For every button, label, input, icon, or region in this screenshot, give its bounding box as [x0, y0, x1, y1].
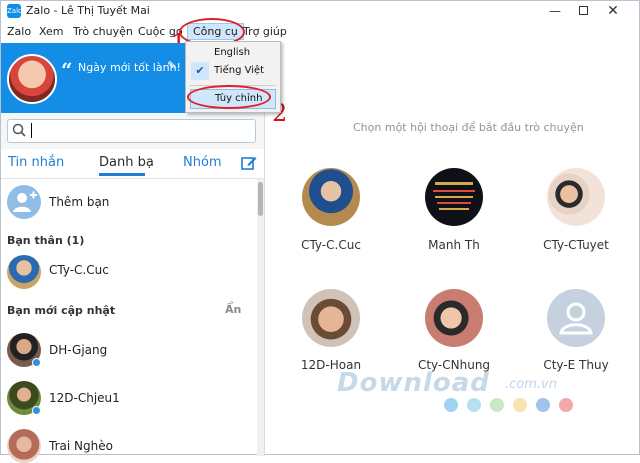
checkmark-icon: ✔ — [191, 62, 209, 80]
watermark-dot — [467, 398, 481, 412]
list-item[interactable]: 12D-Chjeu1 — [1, 379, 257, 417]
recent-contact-avatar[interactable] — [425, 168, 483, 226]
list-item[interactable]: CTy-C.Cuc — [1, 253, 257, 291]
recent-contact-avatar[interactable] — [547, 289, 605, 347]
search-icon — [12, 123, 26, 137]
tab-nhom[interactable]: Nhóm — [183, 155, 222, 170]
dropdown-item-english-label: English — [214, 47, 251, 58]
status-message[interactable]: Ngày mới tốt lành! — [78, 61, 181, 74]
contact-name: CTy-C.Cuc — [49, 263, 109, 277]
recent-contact-name[interactable]: Cty-E Thuy — [516, 358, 636, 372]
hide-section-button[interactable]: Ẩn — [225, 303, 241, 316]
section-title-close-friends: Bạn thân (1) — [7, 234, 85, 247]
watermark-text: Download — [337, 368, 490, 398]
add-friend-row[interactable]: Thêm bạn — [1, 183, 257, 221]
list-item[interactable]: Trai Nghèo — [1, 427, 257, 463]
contact-list-scrollbar[interactable] — [257, 179, 264, 456]
user-avatar[interactable] — [7, 54, 57, 104]
recent-contact-avatar[interactable] — [302, 289, 360, 347]
watermark-suffix: .com.vn — [505, 377, 557, 392]
empty-conversation-hint: Chọn một hội thoại để bắt đầu trò chuyện — [353, 121, 584, 134]
maximize-button[interactable] — [569, 1, 597, 21]
menu-xem[interactable]: Xem — [39, 25, 64, 38]
watermark-dot — [513, 398, 527, 412]
annotation-ellipse-tuy-chinh — [187, 85, 271, 109]
list-item[interactable]: DH-Gjang — [1, 331, 257, 369]
online-indicator — [32, 406, 41, 415]
recent-contact-name[interactable]: Manh Th — [394, 238, 514, 252]
maximize-icon — [578, 6, 588, 15]
menu-tro-chuyen[interactable]: Trò chuyện — [73, 25, 133, 38]
watermark-dot — [490, 398, 504, 412]
avatar — [7, 429, 41, 463]
default-user-icon — [559, 302, 593, 335]
menu-bar: Zalo Xem Trò chuyện Cuộc gọ Công cụ Trợ … — [1, 21, 639, 43]
recent-contact-name[interactable]: CTy-CTuyet — [516, 238, 636, 252]
menu-zalo[interactable]: Zalo — [7, 25, 31, 38]
zalo-logo-icon: Zalo — [7, 4, 22, 18]
window-title: Zalo - Lê Thị Tuyết Mai — [26, 4, 150, 17]
recent-contact-avatar[interactable] — [547, 168, 605, 226]
dropdown-item-tieng-viet-label: Tiếng Việt — [214, 65, 265, 76]
dropdown-item-tieng-viet[interactable]: ✔ Tiếng Việt — [186, 62, 280, 80]
dropdown-item-english[interactable]: English — [186, 44, 280, 62]
quote-icon: “ — [61, 58, 73, 82]
scrollbar-thumb[interactable] — [258, 182, 263, 216]
recent-contact-avatar[interactable] — [425, 289, 483, 347]
watermark-dot — [444, 398, 458, 412]
menu-tro-giup[interactable]: Trợ giúp — [243, 25, 287, 38]
contact-name: Trai Nghèo — [49, 439, 113, 453]
contact-name: 12D-Chjeu1 — [49, 391, 120, 405]
minimize-button[interactable]: — — [541, 1, 569, 21]
avatar — [7, 255, 41, 289]
close-button[interactable]: ✕ — [599, 1, 627, 21]
recent-contact-name[interactable]: CTy-C.Cuc — [271, 238, 391, 252]
compose-icon[interactable] — [241, 155, 257, 171]
add-friend-label: Thêm bạn — [49, 195, 110, 209]
add-friend-icon — [7, 185, 41, 219]
watermark-dot — [559, 398, 573, 412]
contact-name: DH-Gjang — [49, 343, 108, 357]
recent-contact-avatar[interactable] — [302, 168, 360, 226]
title-bar[interactable]: Zalo Zalo - Lê Thị Tuyết Mai — ✕ — [1, 1, 639, 21]
zalo-window: Zalo Zalo - Lê Thị Tuyết Mai — ✕ Zalo Xe… — [0, 0, 640, 463]
tab-danh-ba[interactable]: Danh bạ — [99, 155, 154, 170]
watermark-dot — [536, 398, 550, 412]
edit-status-icon[interactable]: ✎ — [167, 59, 176, 72]
online-indicator — [32, 358, 41, 367]
tab-tin-nhan[interactable]: Tin nhắn — [8, 155, 64, 170]
text-caret — [31, 123, 32, 138]
section-title-recent-updates: Bạn mới cập nhật — [7, 304, 116, 317]
active-tab-indicator — [99, 173, 145, 176]
search-input[interactable] — [7, 119, 256, 143]
